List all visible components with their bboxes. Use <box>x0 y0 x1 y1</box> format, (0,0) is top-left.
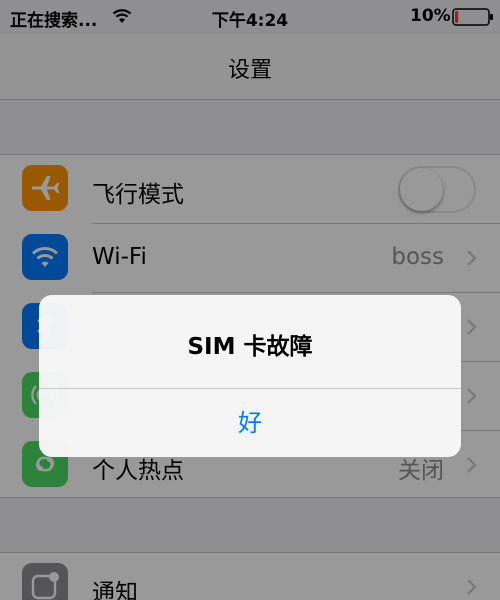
settings-screen: 正在搜索... 下午4:24 10% 设置 飞行模式 Wi-Fi boss 个人… <box>0 0 500 600</box>
alert-ok-button[interactable]: 好 <box>39 389 461 457</box>
sim-failure-alert: SIM 卡故障 好 <box>39 295 461 457</box>
alert-title: SIM 卡故障 <box>187 334 313 360</box>
